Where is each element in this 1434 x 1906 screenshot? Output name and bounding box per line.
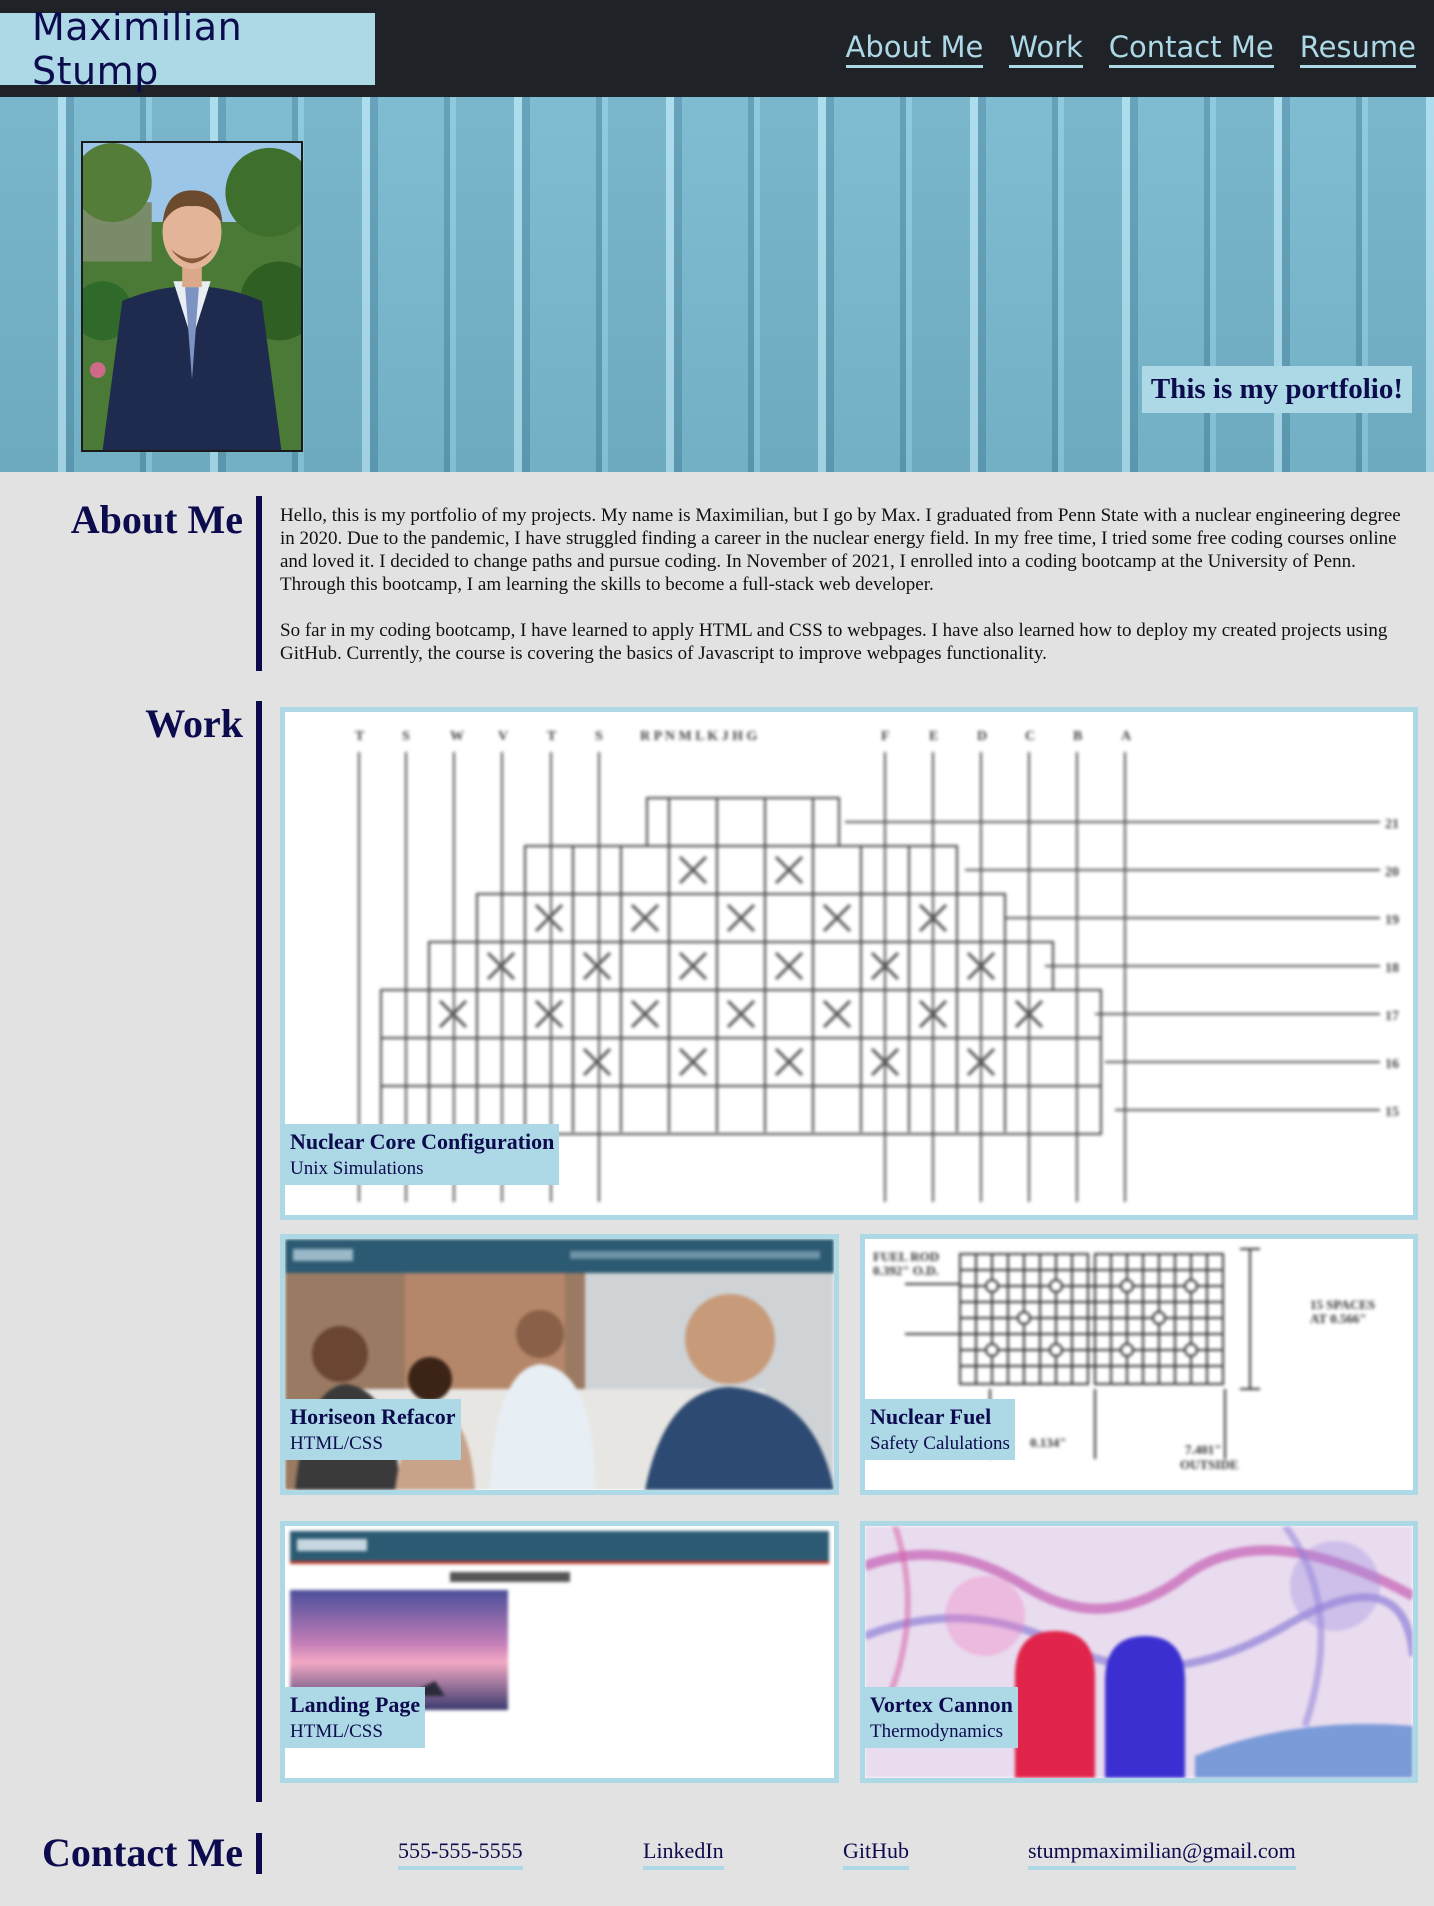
contact-github-link[interactable]: GitHub xyxy=(843,1838,909,1870)
svg-text:FUEL ROD: FUEL ROD xyxy=(873,1249,939,1264)
svg-text:A: A xyxy=(1121,729,1132,744)
project-card-nuclear-fuel[interactable]: FUEL ROD 0.392" O.D. 15 SPACES AT 0.566" 0… xyxy=(860,1234,1418,1495)
project-title: Horiseon Refacor xyxy=(290,1404,456,1429)
svg-text:7.401": 7.401" xyxy=(1185,1442,1221,1457)
project-subtitle: Thermodynamics xyxy=(870,1721,1003,1742)
project-title: Vortex Cannon xyxy=(870,1692,1013,1717)
svg-text:AT 0.566": AT 0.566" xyxy=(1310,1311,1367,1326)
svg-text:T: T xyxy=(547,729,557,744)
project-card-horiseon[interactable]: Horiseon Refacor HTML/CSS xyxy=(280,1234,839,1495)
svg-text:0.134": 0.134" xyxy=(1030,1435,1066,1450)
svg-text:W: W xyxy=(450,729,464,744)
svg-text:21: 21 xyxy=(1385,817,1399,832)
about-text: Hello, this is my portfolio of my projec… xyxy=(280,504,1410,688)
project-card-nuclear-core[interactable]: TSWV TSR P N M L K J H G FEDC BA 21 20 19 … xyxy=(280,707,1418,1220)
svg-text:S: S xyxy=(595,729,603,744)
svg-text:E: E xyxy=(929,729,938,744)
svg-text:19: 19 xyxy=(1385,913,1399,928)
nav-link-about-me[interactable]: About Me xyxy=(845,30,984,68)
contact-phone-link[interactable]: 555-555-5555 xyxy=(398,1838,523,1870)
about-divider xyxy=(256,496,262,671)
svg-text:C: C xyxy=(1025,729,1035,744)
project-subtitle: HTML/CSS xyxy=(290,1721,383,1742)
svg-text:D: D xyxy=(977,729,987,744)
work-divider xyxy=(256,701,262,1802)
hero-tagline: This is my portfolio! xyxy=(1141,366,1412,413)
contact-email-link[interactable]: stumpmaximilian@gmail.com xyxy=(1028,1838,1296,1870)
project-card-landing-page[interactable]: Landing Page HTML/CSS xyxy=(280,1521,839,1783)
svg-text:15: 15 xyxy=(1385,1105,1399,1120)
svg-text:OUTSIDE: OUTSIDE xyxy=(1180,1457,1239,1472)
contact-linkedin-link[interactable]: LinkedIn xyxy=(643,1838,724,1870)
nav-link-resume[interactable]: Resume xyxy=(1299,30,1416,68)
svg-text:18: 18 xyxy=(1385,961,1399,976)
project-title: Landing Page xyxy=(290,1692,421,1717)
project-title: Nuclear Fuel xyxy=(870,1404,992,1429)
project-subtitle: Unix Simulations xyxy=(290,1158,424,1179)
work-heading: Work xyxy=(145,701,243,746)
svg-text:R P N M L K J H G: R P N M L K J H G xyxy=(640,729,758,744)
svg-text:S: S xyxy=(402,729,410,744)
site-brand[interactable]: Maximilian Stump xyxy=(0,5,375,93)
profile-photo xyxy=(81,141,303,452)
svg-text:16: 16 xyxy=(1385,1057,1399,1072)
nav-link-work[interactable]: Work xyxy=(1009,30,1083,68)
svg-text:B: B xyxy=(1073,729,1082,744)
svg-text:0.392" O.D.: 0.392" O.D. xyxy=(873,1263,939,1278)
project-caption: Nuclear Core Configuration Unix Simulati… xyxy=(285,1124,560,1185)
project-caption: Landing Page HTML/CSS xyxy=(285,1687,426,1748)
svg-text:F: F xyxy=(881,729,890,744)
nav-link-contact-me[interactable]: Contact Me xyxy=(1108,30,1274,68)
contact-heading: Contact Me xyxy=(41,1830,243,1875)
svg-text:20: 20 xyxy=(1385,865,1399,880)
project-subtitle: Safety Calulations xyxy=(870,1433,1010,1454)
about-heading: About Me xyxy=(70,497,243,542)
svg-text:17: 17 xyxy=(1385,1009,1399,1024)
contact-divider xyxy=(256,1833,262,1874)
project-caption: Horiseon Refacor HTML/CSS xyxy=(285,1399,461,1460)
svg-text:T: T xyxy=(355,729,365,744)
svg-text:V: V xyxy=(498,729,508,744)
about-paragraph: Hello, this is my portfolio of my projec… xyxy=(280,505,1401,595)
project-caption: Vortex Cannon Thermodynamics xyxy=(865,1687,1018,1748)
project-card-vortex-cannon[interactable]: Vortex Cannon Thermodynamics xyxy=(860,1521,1418,1783)
project-caption: Nuclear Fuel Safety Calulations xyxy=(865,1399,1015,1460)
project-subtitle: HTML/CSS xyxy=(290,1433,383,1454)
about-paragraph: So far in my coding bootcamp, I have lea… xyxy=(280,620,1388,664)
project-title: Nuclear Core Configuration xyxy=(290,1129,555,1154)
site-header: Maximilian Stump About Me Work Contact M… xyxy=(0,0,1434,97)
hero-banner: This is my portfolio! xyxy=(0,97,1434,472)
main-nav: About Me Work Contact Me Resume xyxy=(845,30,1416,68)
svg-text:15 SPACES: 15 SPACES xyxy=(1310,1297,1375,1312)
